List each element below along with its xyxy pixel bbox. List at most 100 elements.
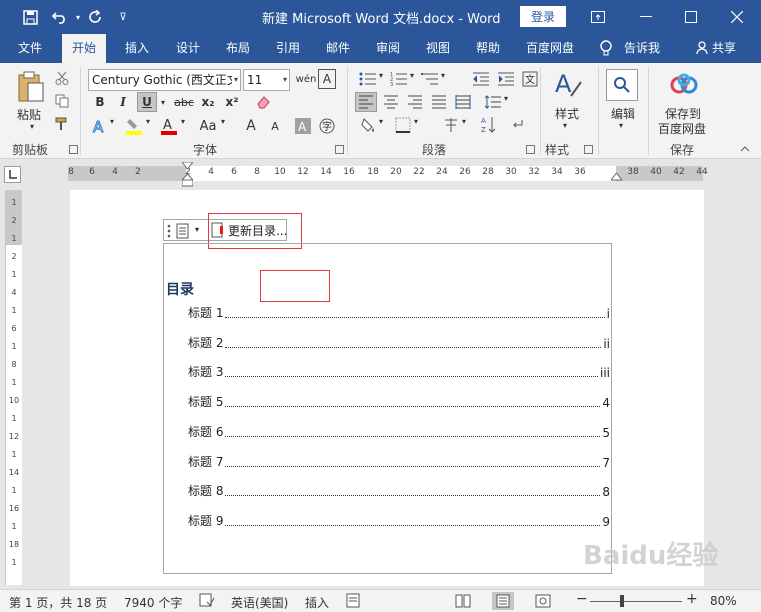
tab-selector[interactable] [4, 166, 21, 183]
bullets-icon[interactable] [357, 69, 379, 89]
bold-button[interactable]: B [90, 92, 110, 112]
editing-label[interactable]: 编辑 [611, 105, 635, 122]
redo-icon[interactable] [85, 7, 105, 27]
toc-entry[interactable]: 标题 9 9 [188, 513, 610, 529]
font-name-combo[interactable]: Century Gothic (西文正文) ▾ [88, 69, 241, 91]
toc-menu-icon[interactable] [176, 223, 192, 239]
phonetic-guide-icon[interactable]: wén [296, 69, 317, 89]
shading-icon[interactable] [357, 115, 379, 135]
change-case-button[interactable]: Aa [196, 115, 220, 137]
close-icon[interactable] [726, 6, 748, 28]
decrease-indent-icon[interactable] [470, 69, 492, 89]
show-hide-marks-icon[interactable] [508, 115, 530, 135]
print-layout-icon[interactable] [492, 592, 514, 610]
numbering-icon[interactable]: 123 [388, 69, 410, 89]
vertical-ruler[interactable]: 1 2 1 2 1 4 1 6 1 8 1 10 1 12 1 14 1 16 1 18 1 [5, 190, 22, 585]
sort-icon[interactable]: AZ [478, 115, 500, 135]
zoom-level[interactable]: 80% [710, 594, 737, 608]
styles-label[interactable]: 样式 [555, 105, 579, 122]
grow-font-button[interactable]: A [241, 115, 261, 137]
toc-entry[interactable]: 标题 3 iii [188, 364, 610, 380]
numbering-dropdown-icon[interactable]: ▾ [410, 71, 414, 80]
horizontal-ruler[interactable]: 8 6 4 2 2 4 6 8 10 12 14 16 18 20 22 24 26 28 30 32 34 36 38 40… [68, 166, 708, 181]
page-count[interactable]: 第 1 页，共 18 页 [9, 594, 107, 611]
font-launcher-icon[interactable] [335, 145, 344, 154]
borders-icon[interactable] [392, 115, 414, 135]
character-border-icon[interactable]: A [318, 69, 336, 89]
toc-drag-handle-icon[interactable] [166, 224, 172, 238]
minimize-icon[interactable] [635, 6, 657, 28]
distributed-icon[interactable] [452, 92, 474, 112]
align-right-icon[interactable] [404, 92, 426, 112]
baidu-netdisk-icon[interactable] [668, 69, 700, 101]
toc-entry[interactable]: 标题 2 ii [188, 335, 610, 351]
web-layout-icon[interactable] [532, 592, 554, 610]
toc-entry[interactable]: 标题 7 7 [188, 454, 610, 470]
change-case-dropdown-icon[interactable]: ▾ [221, 117, 225, 126]
align-left-icon[interactable] [355, 92, 377, 112]
toc-entry[interactable]: 标题 8 8 [188, 483, 610, 499]
styles-dropdown-icon[interactable]: ▾ [563, 121, 567, 130]
read-mode-icon[interactable] [452, 592, 474, 610]
ribbon-display-options-icon[interactable] [587, 6, 609, 28]
tab-baidu-netdisk[interactable]: 百度网盘 [526, 34, 574, 63]
tab-review[interactable]: 审阅 [376, 34, 400, 63]
justify-icon[interactable] [428, 92, 450, 112]
paragraph-launcher-icon[interactable] [526, 145, 535, 154]
toc-entry[interactable]: 标题 6 5 [188, 424, 610, 440]
tab-insert[interactable]: 插入 [125, 34, 149, 63]
paste-dropdown-icon[interactable]: ▾ [30, 122, 34, 131]
subscript-button[interactable]: x₂ [198, 92, 218, 112]
strikethrough-button[interactable]: abc [172, 92, 196, 112]
clipboard-launcher-icon[interactable] [69, 145, 78, 154]
tab-help[interactable]: 帮助 [476, 34, 500, 63]
find-icon[interactable] [606, 69, 638, 101]
share-button[interactable]: 共享 [712, 34, 736, 63]
clear-formatting-icon[interactable] [252, 92, 274, 112]
align-center-icon[interactable] [380, 92, 402, 112]
highlight-dropdown-icon[interactable]: ▾ [146, 117, 150, 126]
indent-markers[interactable] [180, 161, 195, 188]
zoom-slider-thumb[interactable] [620, 595, 624, 607]
character-shading-icon[interactable]: A [293, 115, 313, 137]
word-count[interactable]: 7940 个字 [124, 594, 182, 611]
tab-references[interactable]: 引用 [276, 34, 300, 63]
underline-button[interactable]: U [137, 92, 157, 112]
shrink-font-button[interactable]: A [265, 115, 285, 137]
format-painter-icon[interactable] [54, 116, 70, 132]
font-color-icon[interactable]: A [158, 115, 180, 137]
editing-dropdown-icon[interactable]: ▾ [619, 121, 623, 130]
toc-entry[interactable]: 标题 1 i [188, 305, 610, 321]
superscript-button[interactable]: x² [222, 92, 242, 112]
font-name-dropdown-icon[interactable]: ▾ [231, 70, 238, 90]
styles-gallery-icon[interactable]: A [551, 67, 585, 101]
highlight-color-icon[interactable] [123, 115, 145, 137]
paste-label[interactable]: 粘贴 [17, 106, 41, 123]
italic-button[interactable]: I [113, 92, 133, 112]
chinese-layout-icon[interactable]: 文 [519, 69, 541, 89]
font-color-dropdown-icon[interactable]: ▾ [181, 117, 185, 126]
proofing-icon[interactable] [199, 593, 215, 611]
font-size-dropdown-icon[interactable]: ▾ [283, 70, 287, 90]
underline-dropdown-icon[interactable]: ▾ [158, 92, 168, 112]
tell-me-box[interactable]: 告诉我 [624, 34, 660, 63]
zoom-slider-track[interactable] [590, 601, 682, 602]
shading-dropdown-icon[interactable]: ▾ [379, 117, 383, 126]
text-effects-icon[interactable]: A [90, 115, 110, 137]
tab-view[interactable]: 视图 [426, 34, 450, 63]
line-spacing-icon[interactable] [482, 92, 504, 112]
line-spacing-dropdown-icon[interactable]: ▾ [504, 94, 508, 103]
asian-layout-icon[interactable] [440, 115, 462, 135]
tab-layout[interactable]: 布局 [226, 34, 250, 63]
maximize-icon[interactable] [680, 6, 702, 28]
borders-dropdown-icon[interactable]: ▾ [414, 117, 418, 126]
tab-file[interactable]: 文件 [18, 34, 42, 63]
insert-mode[interactable]: 插入 [305, 594, 329, 611]
paste-icon[interactable] [13, 69, 49, 105]
tab-home[interactable]: 开始 [62, 34, 107, 63]
save-icon[interactable] [20, 7, 40, 27]
asian-layout-dropdown-icon[interactable]: ▾ [462, 117, 466, 126]
save-to-label-line2[interactable]: 百度网盘 [658, 120, 706, 137]
undo-icon[interactable] [50, 7, 70, 27]
tab-design[interactable]: 设计 [176, 34, 200, 63]
